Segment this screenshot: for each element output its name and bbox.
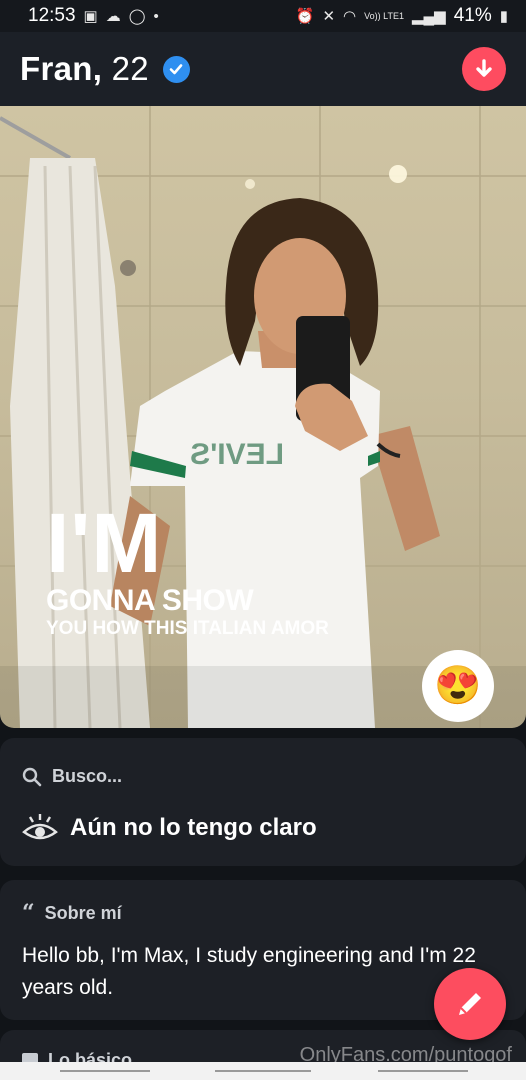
dot-icon: • <box>153 7 159 25</box>
collapse-profile-button[interactable] <box>462 47 506 91</box>
cloud-icon: ☁ <box>105 8 121 25</box>
edit-profile-button[interactable] <box>434 968 506 1040</box>
nav-home-handle[interactable] <box>215 1070 311 1072</box>
image-icon: ▣ <box>83 8 98 25</box>
photo-overlay-headline: I'M <box>46 496 163 590</box>
photo-overlay-subline: GONNA SHOW <box>46 584 254 617</box>
quote-icon: “ <box>22 900 35 926</box>
status-bar: 12:53 ▣ ☁ ◯ • ⏰ ✕ ◠ Vo)) LTE1 ▂▄▆ 41% ▮ <box>0 0 526 32</box>
eye-icon <box>22 814 58 840</box>
looking-for-card: Busco... Aún no lo tengo claro <box>0 738 526 866</box>
looking-for-value-row: Aún no lo tengo claro <box>22 812 317 844</box>
whatsapp-icon: ◯ <box>128 8 146 25</box>
profile-name: Fran, 22 <box>20 50 149 88</box>
svg-text:LEVI'S: LEVI'S <box>190 438 284 471</box>
network-label: Vo)) LTE1 <box>364 11 404 21</box>
profile-first-name: Fran, <box>20 50 103 87</box>
pencil-icon <box>459 993 481 1015</box>
battery-icon: ▮ <box>499 8 508 25</box>
signal-icon: ▂▄▆ <box>412 8 446 25</box>
reaction-button[interactable]: 😍 <box>422 650 494 722</box>
verified-badge-icon <box>162 55 190 83</box>
photo-overlay-caption: YOU HOW THIS ITALIAN AMOR <box>46 618 329 639</box>
nav-recents-handle[interactable] <box>378 1070 468 1072</box>
wifi-icon: ◠ <box>343 8 357 25</box>
mute-icon: ✕ <box>322 8 336 25</box>
looking-for-header: Busco... <box>22 766 122 787</box>
battery-percent: 41% <box>453 5 492 26</box>
profile-photo[interactable]: LEVI'S I'M GONNA SHOW YOU HOW THIS ITALI… <box>0 106 526 728</box>
heart-eyes-emoji-icon: 😍 <box>434 665 482 707</box>
looking-for-value: Aún no lo tengo claro <box>70 814 317 841</box>
arrow-down-icon <box>476 59 492 77</box>
about-title: Sobre mí <box>44 902 122 923</box>
system-nav-bar <box>0 1062 526 1080</box>
looking-for-title: Busco... <box>52 766 123 786</box>
search-icon <box>22 767 42 786</box>
status-time: 12:53 <box>28 5 76 26</box>
profile-age: 22 <box>111 50 149 87</box>
nav-back-handle[interactable] <box>60 1070 150 1072</box>
profile-header: Fran, 22 <box>0 32 526 106</box>
alarm-icon: ⏰ <box>295 8 315 25</box>
about-header: “ Sobre mí <box>22 900 122 926</box>
